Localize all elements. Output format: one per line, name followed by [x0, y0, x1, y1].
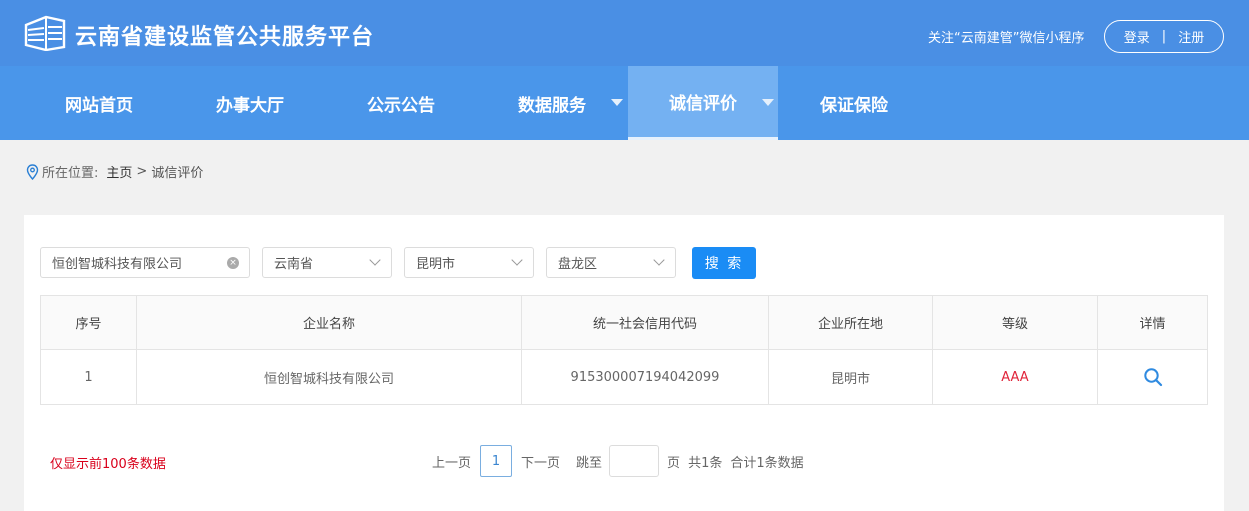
auth-divider: | — [1161, 29, 1167, 44]
top-header: 云南省建设监管公共服务平台 关注“云南建管”微信小程序 登录 | 注册 — [0, 0, 1249, 66]
header-index: 序号 — [40, 295, 137, 350]
company-name-input[interactable]: 恒创智城科技有限公司 × — [40, 247, 250, 278]
nav-item-guarantee-insurance[interactable]: 保证保险 — [779, 66, 929, 140]
clear-icon[interactable]: × — [227, 257, 239, 269]
wechat-follow-text: 关注“云南建管”微信小程序 — [928, 31, 1085, 46]
row-level: AAA — [932, 349, 1098, 405]
chevron-down-icon — [511, 254, 523, 266]
header-company-name: 企业名称 — [136, 295, 522, 350]
district-value: 盘龙区 — [558, 257, 598, 272]
row-location: 昆明市 — [768, 349, 933, 405]
breadcrumb-home[interactable]: 主页 — [106, 162, 132, 181]
header-level: 等级 — [932, 295, 1098, 350]
results-table: 序号 企业名称 统一社会信用代码 企业所在地 等级 详情 1 恒创智城科技有限公… — [40, 295, 1208, 405]
pagination: 上一页 1 下一页 跳至 页 共1条 合计1条数据 — [432, 445, 804, 477]
jump-page-input[interactable] — [609, 445, 660, 477]
header-location: 企业所在地 — [768, 295, 933, 350]
site-title: 云南省建设监管公共服务平台 — [75, 25, 375, 50]
page-unit-label: 页 — [667, 455, 681, 471]
prev-page-button[interactable]: 上一页 — [432, 452, 471, 471]
auth-box: 登录 | 注册 — [1104, 20, 1224, 53]
results-panel: 恒创智城科技有限公司 × 云南省 昆明市 盘龙区 搜 索 序号 企业名称 统一社… — [24, 215, 1224, 511]
row-details — [1097, 349, 1208, 405]
breadcrumb: 所在位置: 主页 > 诚信评价 — [26, 162, 203, 181]
company-name-value: 恒创智城科技有限公司 — [52, 257, 183, 272]
province-select[interactable]: 云南省 — [262, 247, 392, 278]
province-value: 云南省 — [274, 257, 314, 272]
search-button[interactable]: 搜 索 — [692, 247, 756, 279]
page-number-1[interactable]: 1 — [480, 445, 513, 477]
chevron-down-icon — [369, 254, 381, 266]
register-link[interactable]: 注册 — [1178, 27, 1204, 46]
caret-down-icon — [762, 99, 774, 106]
search-detail-icon[interactable] — [1143, 367, 1163, 387]
city-value: 昆明市 — [416, 257, 456, 272]
jump-to-label: 跳至 — [576, 455, 603, 471]
location-pin-icon — [26, 163, 39, 180]
nav-item-home[interactable]: 网站首页 — [24, 66, 174, 140]
breadcrumb-separator: > — [136, 164, 148, 179]
header-credit-code: 统一社会信用代码 — [521, 295, 769, 350]
table-row: 1 恒创智城科技有限公司 915300007194042099 昆明市 AAA — [40, 349, 1208, 405]
row-credit-code: 915300007194042099 — [521, 349, 769, 405]
nav-item-credit-rating[interactable]: 诚信评价 — [628, 66, 778, 140]
caret-down-icon — [611, 99, 623, 106]
next-page-button[interactable]: 下一页 — [521, 452, 560, 471]
table-header-row: 序号 企业名称 统一社会信用代码 企业所在地 等级 详情 — [40, 295, 1208, 350]
nav-item-data-services[interactable]: 数据服务 — [477, 66, 627, 140]
header-details: 详情 — [1097, 295, 1208, 350]
nav-item-announcements[interactable]: 公示公告 — [326, 66, 476, 140]
nav-item-service-hall[interactable]: 办事大厅 — [175, 66, 325, 140]
district-select[interactable]: 盘龙区 — [546, 247, 676, 278]
city-select[interactable]: 昆明市 — [404, 247, 534, 278]
total-count: 共1条 — [688, 455, 723, 471]
nav-item-credit-rating-label: 诚信评价 — [669, 94, 737, 114]
total-records: 合计1条数据 — [730, 455, 804, 471]
nav-item-data-services-label: 数据服务 — [518, 95, 586, 116]
chevron-down-icon — [653, 254, 665, 266]
main-nav: 网站首页 办事大厅 公示公告 数据服务 诚信评价 保证保险 — [0, 66, 1249, 140]
row-index: 1 — [40, 349, 137, 405]
breadcrumb-prefix: 所在位置: — [42, 166, 99, 181]
data-limit-note: 仅显示前100条数据 — [50, 457, 166, 472]
login-link[interactable]: 登录 — [1124, 27, 1150, 46]
breadcrumb-current: 诚信评价 — [151, 166, 204, 181]
row-company-name: 恒创智城科技有限公司 — [136, 349, 522, 405]
building-logo-icon — [24, 15, 66, 51]
